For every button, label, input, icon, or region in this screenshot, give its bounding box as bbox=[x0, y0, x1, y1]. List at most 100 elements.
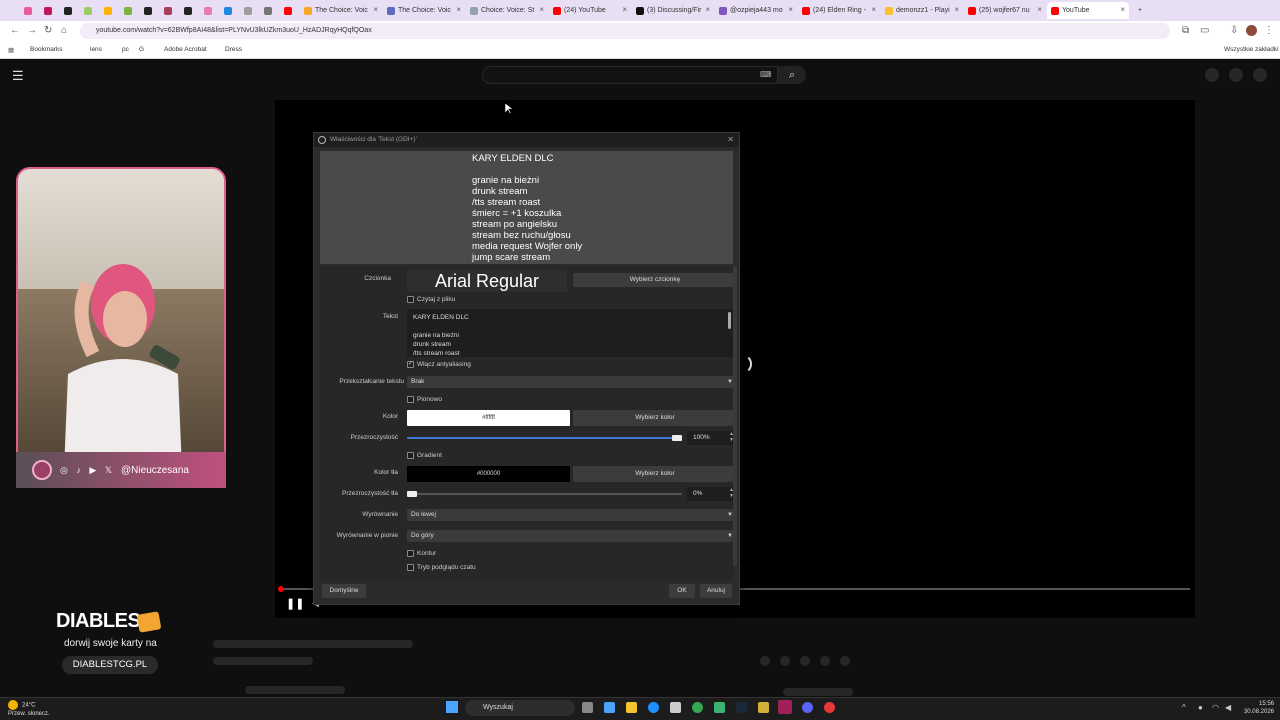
browser-tab[interactable]: @ozpieja443 mo × bbox=[715, 2, 797, 19]
hamburger-menu-icon[interactable]: ☰ bbox=[12, 68, 24, 84]
browser-tab[interactable]: demonzz1 - Playi × bbox=[881, 2, 963, 19]
choose-bg-color-button[interactable]: Wybierz kolor bbox=[573, 466, 733, 482]
tab-close-icon[interactable]: × bbox=[622, 5, 627, 14]
sidepanel-icon[interactable]: ▭ bbox=[1200, 25, 1209, 36]
notifications-icon[interactable] bbox=[1229, 68, 1243, 82]
clock[interactable]: 15:56 30.08.2026 bbox=[1240, 700, 1274, 716]
tab-close-icon[interactable]: × bbox=[871, 5, 876, 14]
new-tab-icon[interactable]: + bbox=[1134, 2, 1148, 19]
browser-tab[interactable] bbox=[280, 2, 299, 19]
browser-tab[interactable] bbox=[240, 2, 259, 19]
browser-tab[interactable]: Choice: Voice: St × bbox=[466, 2, 548, 19]
tab-close-icon[interactable]: × bbox=[373, 5, 378, 14]
tab-close-icon[interactable]: × bbox=[1120, 5, 1125, 14]
browser-tab[interactable] bbox=[180, 2, 199, 19]
textarea-scrollbar[interactable] bbox=[728, 312, 731, 329]
taskbar-search[interactable]: Wyszukaj bbox=[465, 700, 575, 716]
bookmark-item[interactable]: Adobe Acrobat bbox=[164, 46, 207, 53]
choose-font-button[interactable]: Wybierz czcionkę bbox=[573, 273, 733, 287]
profile-avatar[interactable] bbox=[1246, 25, 1257, 36]
file-explorer-icon[interactable] bbox=[626, 702, 637, 713]
browser-tab[interactable] bbox=[40, 2, 59, 19]
obs-taskbar-icon[interactable] bbox=[778, 700, 792, 714]
checkbox-box[interactable] bbox=[407, 296, 414, 303]
tab-close-icon[interactable]: × bbox=[539, 5, 544, 14]
browser-tab[interactable] bbox=[60, 2, 79, 19]
game-icon[interactable] bbox=[758, 702, 769, 713]
steam-icon[interactable] bbox=[736, 702, 747, 713]
vertical-checkbox[interactable]: Pionowo bbox=[407, 396, 442, 403]
copilot-icon[interactable] bbox=[604, 702, 615, 713]
gradient-checkbox[interactable]: Gradient bbox=[407, 452, 442, 459]
ok-button[interactable]: OK bbox=[669, 584, 695, 598]
discord-icon[interactable] bbox=[802, 702, 813, 713]
download-icon[interactable]: ⇩ bbox=[1230, 25, 1238, 36]
browser-tab[interactable]: (25) wojfer67 nu × bbox=[964, 2, 1046, 19]
bg-opacity-spinbox[interactable]: 0% ▲ ▼ bbox=[687, 487, 733, 501]
task-view-icon[interactable] bbox=[582, 702, 593, 713]
browser-tab[interactable]: The Choice: Voic × bbox=[300, 2, 382, 19]
wifi-icon[interactable]: ◠ bbox=[1212, 703, 1219, 712]
reload-icon[interactable]: ↻ bbox=[44, 25, 52, 36]
choose-color-button[interactable]: Wybierz kolor bbox=[573, 410, 733, 426]
avatar[interactable] bbox=[1253, 68, 1267, 82]
apps-icon[interactable]: ▦ bbox=[8, 46, 14, 54]
browser-tab[interactable]: YouTube × bbox=[1047, 2, 1129, 19]
progress-scrubber[interactable] bbox=[278, 586, 284, 592]
align-select[interactable]: Do lewej ▼ bbox=[407, 509, 733, 521]
read-from-file-checkbox[interactable]: Czytaj z pliku bbox=[407, 296, 455, 303]
chrome-icon[interactable] bbox=[692, 702, 703, 713]
checkbox-box[interactable] bbox=[407, 452, 414, 459]
browser-tab[interactable] bbox=[100, 2, 119, 19]
volume-icon[interactable]: ◀ bbox=[1225, 703, 1231, 712]
search-icon[interactable]: ⌕ bbox=[778, 66, 806, 84]
url-bar[interactable]: youtube.com/watch?v=62BWfp8AI48&list=PLY… bbox=[80, 23, 1170, 39]
bookmark-item[interactable]: Bookmarks bbox=[30, 46, 63, 53]
transform-select[interactable]: Brak ▼ bbox=[407, 376, 733, 388]
mic-icon[interactable]: ● bbox=[1198, 703, 1203, 712]
search-input[interactable] bbox=[482, 66, 778, 84]
windows-start-icon[interactable] bbox=[446, 701, 458, 713]
bookmark-item[interactable]: G bbox=[139, 46, 144, 53]
pause-icon[interactable]: ❚❚ bbox=[286, 597, 304, 610]
dialog-scrollbar[interactable] bbox=[733, 266, 737, 566]
tray-chevron-icon[interactable]: ^ bbox=[1182, 703, 1186, 712]
back-icon[interactable]: ← bbox=[10, 25, 20, 36]
cancel-button[interactable]: Anuluj bbox=[700, 584, 732, 598]
bookmark-item[interactable]: lens bbox=[90, 46, 102, 53]
tab-close-icon[interactable]: × bbox=[788, 5, 793, 14]
browser-tab[interactable] bbox=[120, 2, 139, 19]
browser-tab[interactable] bbox=[160, 2, 179, 19]
text-input[interactable]: KARY ELDEN DLC granie na bieżni drunk st… bbox=[407, 309, 733, 357]
bg-opacity-slider-handle[interactable] bbox=[407, 491, 417, 497]
tab-close-icon[interactable]: × bbox=[954, 5, 959, 14]
bg-opacity-slider[interactable] bbox=[407, 493, 682, 495]
tab-close-icon[interactable]: × bbox=[1037, 5, 1042, 14]
app-icon[interactable] bbox=[824, 702, 835, 713]
extensions-icon[interactable]: ⧉ bbox=[1182, 25, 1189, 36]
home-icon[interactable]: ⌂ bbox=[61, 25, 67, 36]
opacity-spinbox[interactable]: 100% ▲ ▼ bbox=[687, 431, 733, 445]
tab-close-icon[interactable]: × bbox=[456, 5, 461, 14]
browser-tab[interactable]: (3) Discussing/Fir × bbox=[632, 2, 714, 19]
app-icon[interactable] bbox=[714, 702, 725, 713]
bookmark-item[interactable]: pc bbox=[122, 46, 129, 53]
antialiasing-checkbox[interactable]: ✓ Włącz antyaliasing bbox=[407, 361, 471, 368]
defaults-button[interactable]: Domyślne bbox=[322, 584, 366, 598]
valign-select[interactable]: Do góry ▼ bbox=[407, 530, 733, 542]
browser-tab[interactable] bbox=[260, 2, 279, 19]
browser-tab[interactable]: (24) YouTube × bbox=[549, 2, 631, 19]
menu-kebab-icon[interactable]: ⋮ bbox=[1264, 25, 1274, 36]
weather-widget[interactable]: 24°C Przew. słonecz. bbox=[8, 700, 50, 718]
browser-tab[interactable]: The Choice: Voic × bbox=[383, 2, 465, 19]
browser-tab[interactable] bbox=[80, 2, 99, 19]
edge-icon[interactable] bbox=[648, 702, 659, 713]
forward-icon[interactable]: → bbox=[27, 25, 37, 36]
checkbox-box[interactable] bbox=[407, 564, 414, 571]
tab-close-icon[interactable]: × bbox=[705, 5, 710, 14]
opacity-slider-handle[interactable] bbox=[672, 435, 682, 441]
keyboard-icon[interactable]: ⌨ bbox=[760, 70, 772, 79]
close-icon[interactable]: ✕ bbox=[727, 133, 734, 147]
chat-mode-checkbox[interactable]: Tryb podglądu czatu bbox=[407, 564, 476, 571]
all-bookmarks[interactable]: Wszystkie zakładki bbox=[1224, 46, 1279, 53]
